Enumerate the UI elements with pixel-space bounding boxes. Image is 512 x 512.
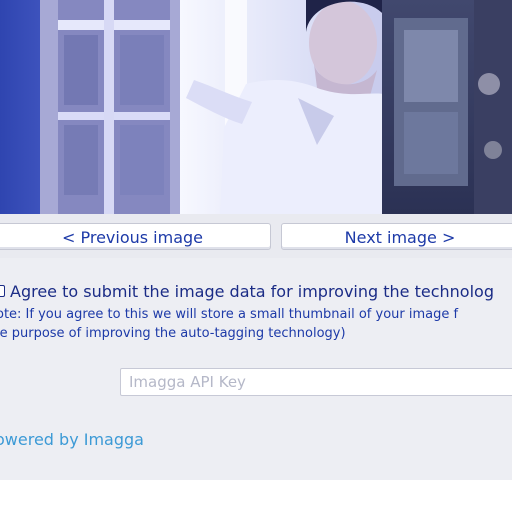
thumbnail-note-line-1: ote: If you agree to this we will store … [0, 307, 459, 322]
thumbnail-note-line-2: le purpose of improving the auto-tagging… [0, 326, 346, 341]
agree-checkbox[interactable] [0, 285, 5, 297]
agree-label: Agree to submit the image data for impro… [10, 282, 494, 301]
next-image-button[interactable]: Next image > [281, 223, 512, 250]
preview-image [0, 0, 512, 214]
previous-image-button[interactable]: < Previous image [0, 223, 271, 250]
preview-photo [0, 0, 512, 214]
page: < Previous image Next image > Agree to s… [0, 0, 512, 512]
api-key-input[interactable] [120, 368, 512, 396]
powered-by-link[interactable]: owered by Imagga [0, 430, 144, 450]
